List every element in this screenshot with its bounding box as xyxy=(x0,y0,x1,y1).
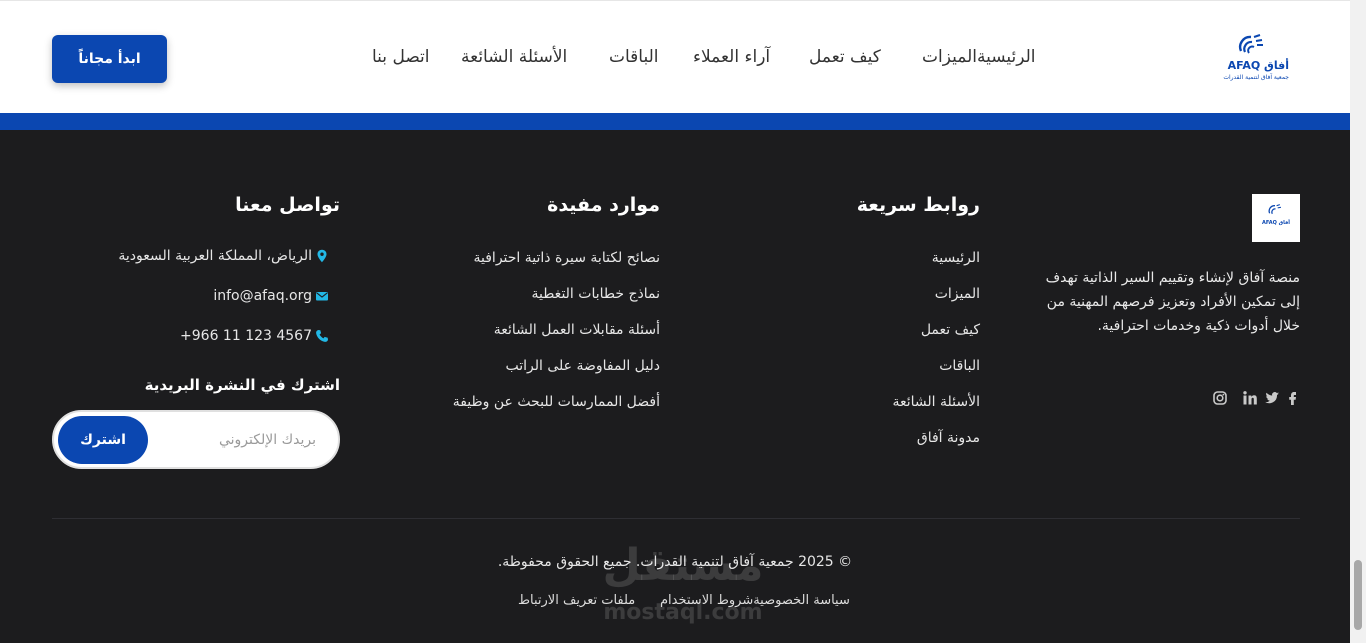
nav-packages[interactable]: الباقات xyxy=(609,47,659,67)
contact-phone-text[interactable]: +966 11 123 4567 xyxy=(180,328,312,344)
nav-how-it-works[interactable]: كيف تعمل xyxy=(809,47,881,67)
quick-link-faq[interactable]: الأسئلة الشائعة xyxy=(780,394,981,410)
contact-phone[interactable]: +966 11 123 4567 xyxy=(80,328,330,344)
contact-email[interactable]: info@afaq.org xyxy=(80,288,330,304)
start-free-button[interactable]: ابدأ مجاناً xyxy=(52,35,167,83)
logo-mark-icon xyxy=(1268,204,1282,215)
site-header: ابدأ مجاناً اتصل بنا الأسئلة الشائعة الب… xyxy=(0,0,1350,113)
logo-tagline: جمعية آفاق لتنمية القدرات xyxy=(1223,74,1289,81)
contact-address-text: الرياض، المملكة العربية السعودية xyxy=(118,248,312,264)
footer-divider xyxy=(52,518,1300,519)
site-footer: AFAQ أفاق منصة آفاق لإنشاء وتقييم السير … xyxy=(0,130,1350,643)
copyright-text: © 2025 جمعية آفاق لتنمية القدرات. جميع ا… xyxy=(497,554,853,570)
scrollbar-thumb[interactable] xyxy=(1354,560,1362,630)
page-scrollbar[interactable] xyxy=(1350,0,1366,643)
quick-link-how-it-works[interactable]: كيف تعمل xyxy=(780,322,980,338)
quick-link-blog[interactable]: مدونة آفاق xyxy=(780,430,980,446)
newsletter-subscribe-button[interactable]: اشترك xyxy=(58,416,148,464)
footer-logo[interactable]: AFAQ أفاق xyxy=(1252,194,1300,242)
quick-link-features[interactable]: الميزات xyxy=(780,286,980,302)
site-logo[interactable]: AFAQ أفاق جمعية آفاق لتنمية القدرات xyxy=(1203,33,1293,85)
contact-email-text[interactable]: info@afaq.org xyxy=(213,288,312,304)
resource-link[interactable]: نماذج خطابات التغطية xyxy=(400,286,660,302)
location-pin-icon xyxy=(314,248,330,264)
contact-title: تواصل معنا xyxy=(235,194,340,216)
resource-link[interactable]: نصائح لكتابة سيرة ذاتية احترافية xyxy=(400,250,661,266)
quick-links-title: روابط سريعة xyxy=(856,194,980,216)
nav-contact[interactable]: اتصل بنا xyxy=(372,47,430,67)
instagram-icon[interactable] xyxy=(1210,388,1230,408)
quick-link-home[interactable]: الرئيسية xyxy=(780,250,980,266)
linkedin-icon[interactable] xyxy=(1240,388,1260,408)
facebook-icon[interactable] xyxy=(1282,388,1302,408)
quick-link-packages[interactable]: الباقات xyxy=(780,358,980,374)
resource-link[interactable]: أسئلة مقابلات العمل الشائعة xyxy=(400,322,660,338)
privacy-terms-link[interactable]: سياسة الخصوصيةشروط الاستخدام xyxy=(660,593,850,608)
resource-link[interactable]: دليل المفاوضة على الراتب xyxy=(400,358,661,374)
resource-link[interactable]: أفضل الممارسات للبحث عن وظيفة xyxy=(400,394,660,410)
newsletter-form: اشترك xyxy=(52,410,340,469)
phone-icon xyxy=(314,328,330,344)
envelope-icon xyxy=(314,288,330,304)
logo-wordmark: AFAQ أفاق xyxy=(1227,59,1289,72)
cookies-link[interactable]: ملفات تعريف الارتباط xyxy=(518,593,635,608)
resources-title: موارد مفيدة xyxy=(547,194,660,216)
twitter-icon[interactable] xyxy=(1262,388,1282,408)
nav-faq[interactable]: الأسئلة الشائعة xyxy=(461,47,567,67)
contact-address: الرياض، المملكة العربية السعودية xyxy=(80,248,330,264)
newsletter-email-input[interactable] xyxy=(154,426,316,454)
footer-logo-wordmark: AFAQ أفاق xyxy=(1262,220,1290,226)
newsletter-title: اشترك في النشرة البريدية xyxy=(144,376,340,394)
nav-home-features[interactable]: الرئيسيةالميزات xyxy=(922,47,1036,67)
nav-testimonials[interactable]: آراء العملاء xyxy=(693,47,770,67)
logo-mark-icon xyxy=(1239,34,1263,54)
header-accent-bar xyxy=(0,113,1350,130)
about-text: منصة آفاق لإنشاء وتقييم السير الذاتية ته… xyxy=(1045,270,1300,334)
